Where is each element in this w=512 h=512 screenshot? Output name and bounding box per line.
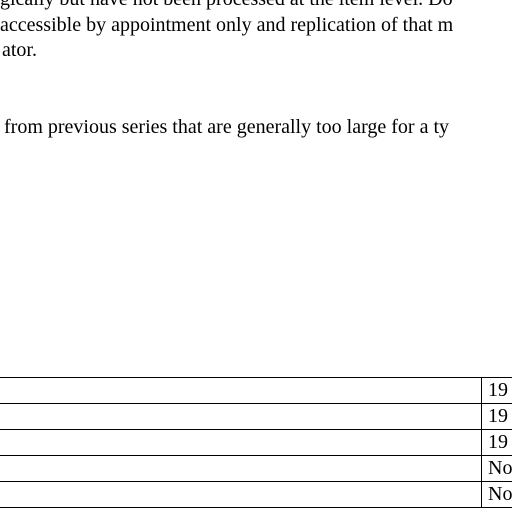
table-cell [0, 403, 482, 430]
document-table: 19 19 19 No No [0, 377, 512, 508]
table-row: No [0, 455, 512, 482]
table-row: No [0, 481, 512, 508]
table-cell [0, 377, 482, 404]
table-cell [0, 429, 482, 456]
body-text-line: accessible by appointment only and repli… [0, 14, 454, 36]
table-row: 19 [0, 429, 512, 456]
table-cell: 19 [481, 377, 512, 404]
body-text-line: gically but have not been processed at t… [0, 0, 453, 11]
body-text-line: ator. [2, 39, 37, 61]
table-cell: No [481, 455, 512, 482]
body-text-line: from previous series that are generally … [4, 116, 450, 138]
table-cell: No [481, 481, 512, 508]
table-row: 19 [0, 403, 512, 430]
table-cell: 19 [481, 429, 512, 456]
table-row: 19 [0, 377, 512, 404]
table-cell [0, 455, 482, 482]
table-cell [0, 481, 482, 508]
table-cell: 19 [481, 403, 512, 430]
